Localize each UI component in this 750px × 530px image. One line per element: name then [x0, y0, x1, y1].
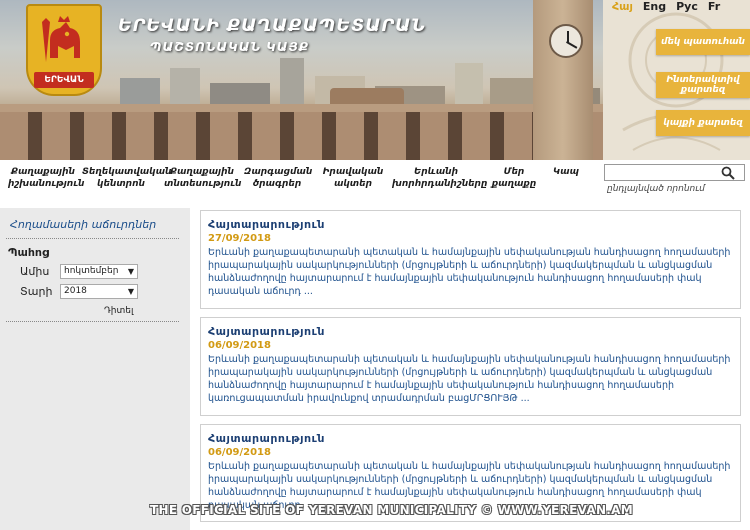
announcement-date: 27/09/2018 — [208, 233, 271, 244]
sidebar: Հողամասերի աճուրդներ Պահոց Ամիս հոկտեմբե… — [0, 208, 190, 530]
year-select[interactable]: 2018 ▼ — [60, 284, 138, 299]
announcement-text: Երևանի քաղաքապետարանի պետական և համայնքա… — [208, 354, 731, 404]
clock-face-icon — [549, 24, 583, 58]
lion-emblem-icon — [42, 16, 80, 62]
site-subtitle: ՊԱՇՏՈՆԱԿԱՆ ԿԱՅՔ — [150, 40, 310, 54]
announcement-title[interactable]: Հայտարարություն — [208, 325, 325, 338]
nav-item-city-economy[interactable]: Քաղաքային տնտեսություն — [164, 166, 241, 190]
nav-item-development-programs[interactable]: Զարգացման ծրագրեր — [244, 166, 312, 190]
year-label: Տարի — [20, 285, 53, 298]
nav-item-info-center[interactable]: Տեղեկատվական կենտրոն — [82, 166, 171, 190]
one-window-button[interactable]: մեկ պատուհան — [656, 29, 750, 55]
view-button[interactable]: Դիտել — [104, 306, 133, 316]
search-icon[interactable] — [721, 166, 735, 180]
lang-hy[interactable]: Հայ — [612, 0, 633, 14]
nav-item-yerevan-symbols[interactable]: Երևանի խորհրդանիշները — [392, 166, 487, 190]
lang-en[interactable]: Eng — [643, 0, 666, 14]
lang-ru[interactable]: Рус — [676, 0, 698, 14]
sitemap-button[interactable]: կայքի քարտեզ — [656, 110, 750, 136]
announcement-text: Երևանի քաղաքապետարանի պետական և համայնքա… — [208, 247, 731, 297]
announcement-date: 06/09/2018 — [208, 340, 271, 351]
sidebar-divider — [6, 238, 179, 239]
arcade-columns — [0, 112, 603, 160]
announcement-title[interactable]: Հայտարարություն — [208, 432, 325, 445]
month-label: Ամիս — [20, 265, 50, 278]
advanced-search-link[interactable]: ընդլայնված որոնում — [607, 184, 705, 194]
announcement-card: Հայտարարություն 06/09/2018 Երևանի քաղաքա… — [200, 317, 741, 416]
site-watermark: THE OFFICIAL SITE OF YEREVAN MUNICIPALIT… — [150, 503, 633, 517]
chevron-down-icon: ▼ — [127, 287, 134, 296]
nav-item-our-city[interactable]: Մեր քաղաքը — [484, 166, 544, 190]
nav-item-legal-acts[interactable]: Իրավական ակտեր — [320, 166, 386, 190]
yerevan-coat-of-arms-logo[interactable]: ԵՐԵՎԱՆ — [26, 4, 102, 96]
language-switcher: Հայ Eng Рус Fr — [612, 0, 720, 14]
site-header: ԵՐԵՎԱՆ ԵՐԵՎԱՆԻ ՔԱՂԱՔԱՊԵՏԱՐԱՆ ՊԱՇՏՈՆԱԿԱՆ … — [0, 0, 750, 160]
logo-caption: ԵՐԵՎԱՆ — [34, 72, 94, 88]
announcement-title[interactable]: Հայտարարություն — [208, 218, 325, 231]
year-select-value: 2018 — [64, 286, 87, 296]
main-navigation: Քաղաքային իշխանություն Տեղեկատվական կենտ… — [0, 160, 603, 196]
archive-heading: Պահոց — [8, 246, 50, 259]
site-title: ԵՐԵՎԱՆԻ ՔԱՂԱՔԱՊԵՏԱՐԱՆ — [118, 16, 427, 36]
nav-item-city-government[interactable]: Քաղաքային իշխանություն — [8, 166, 84, 190]
announcement-card: Հայտարարություն 27/09/2018 Երևանի քաղաքա… — [200, 210, 741, 309]
month-select[interactable]: հոկտեմբեր ▼ — [60, 264, 138, 279]
chevron-down-icon: ▼ — [127, 267, 134, 276]
lang-fr[interactable]: Fr — [708, 0, 720, 14]
interactive-map-button[interactable]: Ինտերակտիվ քարտեզ — [656, 72, 750, 98]
land-auctions-link[interactable]: Հողամասերի աճուրդներ — [10, 218, 156, 231]
nav-item-contact[interactable]: Կապ — [548, 166, 584, 178]
month-select-value: հոկտեմբեր — [64, 266, 119, 276]
sidebar-divider — [6, 321, 179, 322]
announcement-date: 06/09/2018 — [208, 447, 271, 458]
